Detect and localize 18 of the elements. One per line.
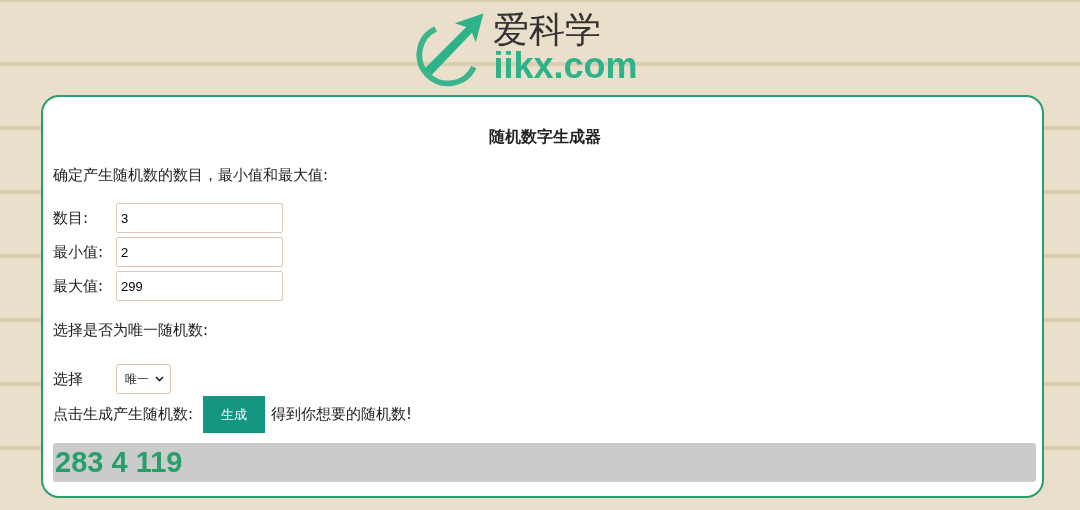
unique-prompt: 选择是否为唯一随机数: xyxy=(53,321,210,340)
select-label: 选择 xyxy=(53,369,84,389)
result-output: 283 4 119 xyxy=(53,443,1036,482)
input-field[interactable]: 2 xyxy=(116,237,283,267)
generate-prompt: 点击生成产生随机数: xyxy=(53,405,194,424)
intro-text: 确定产生随机数的数目，最小值和最大值: xyxy=(53,166,330,185)
logo-domain: iikx.com xyxy=(493,47,638,84)
logo-name: 爱科学 xyxy=(493,11,603,48)
generate-button[interactable]: 生成 xyxy=(203,396,266,433)
field-label: 最小值: xyxy=(53,242,105,262)
field-label: 最大值: xyxy=(53,276,105,296)
input-field[interactable]: 299 xyxy=(116,271,283,301)
input-field[interactable]: 3 xyxy=(116,203,283,233)
page-title: 随机数字生成器 xyxy=(487,127,602,148)
field-label: 数目: xyxy=(53,208,90,228)
unique-select[interactable]: 唯一 xyxy=(116,364,171,394)
generate-suffix: 得到你想要的随机数! xyxy=(271,405,413,424)
caret-icon xyxy=(155,376,164,382)
